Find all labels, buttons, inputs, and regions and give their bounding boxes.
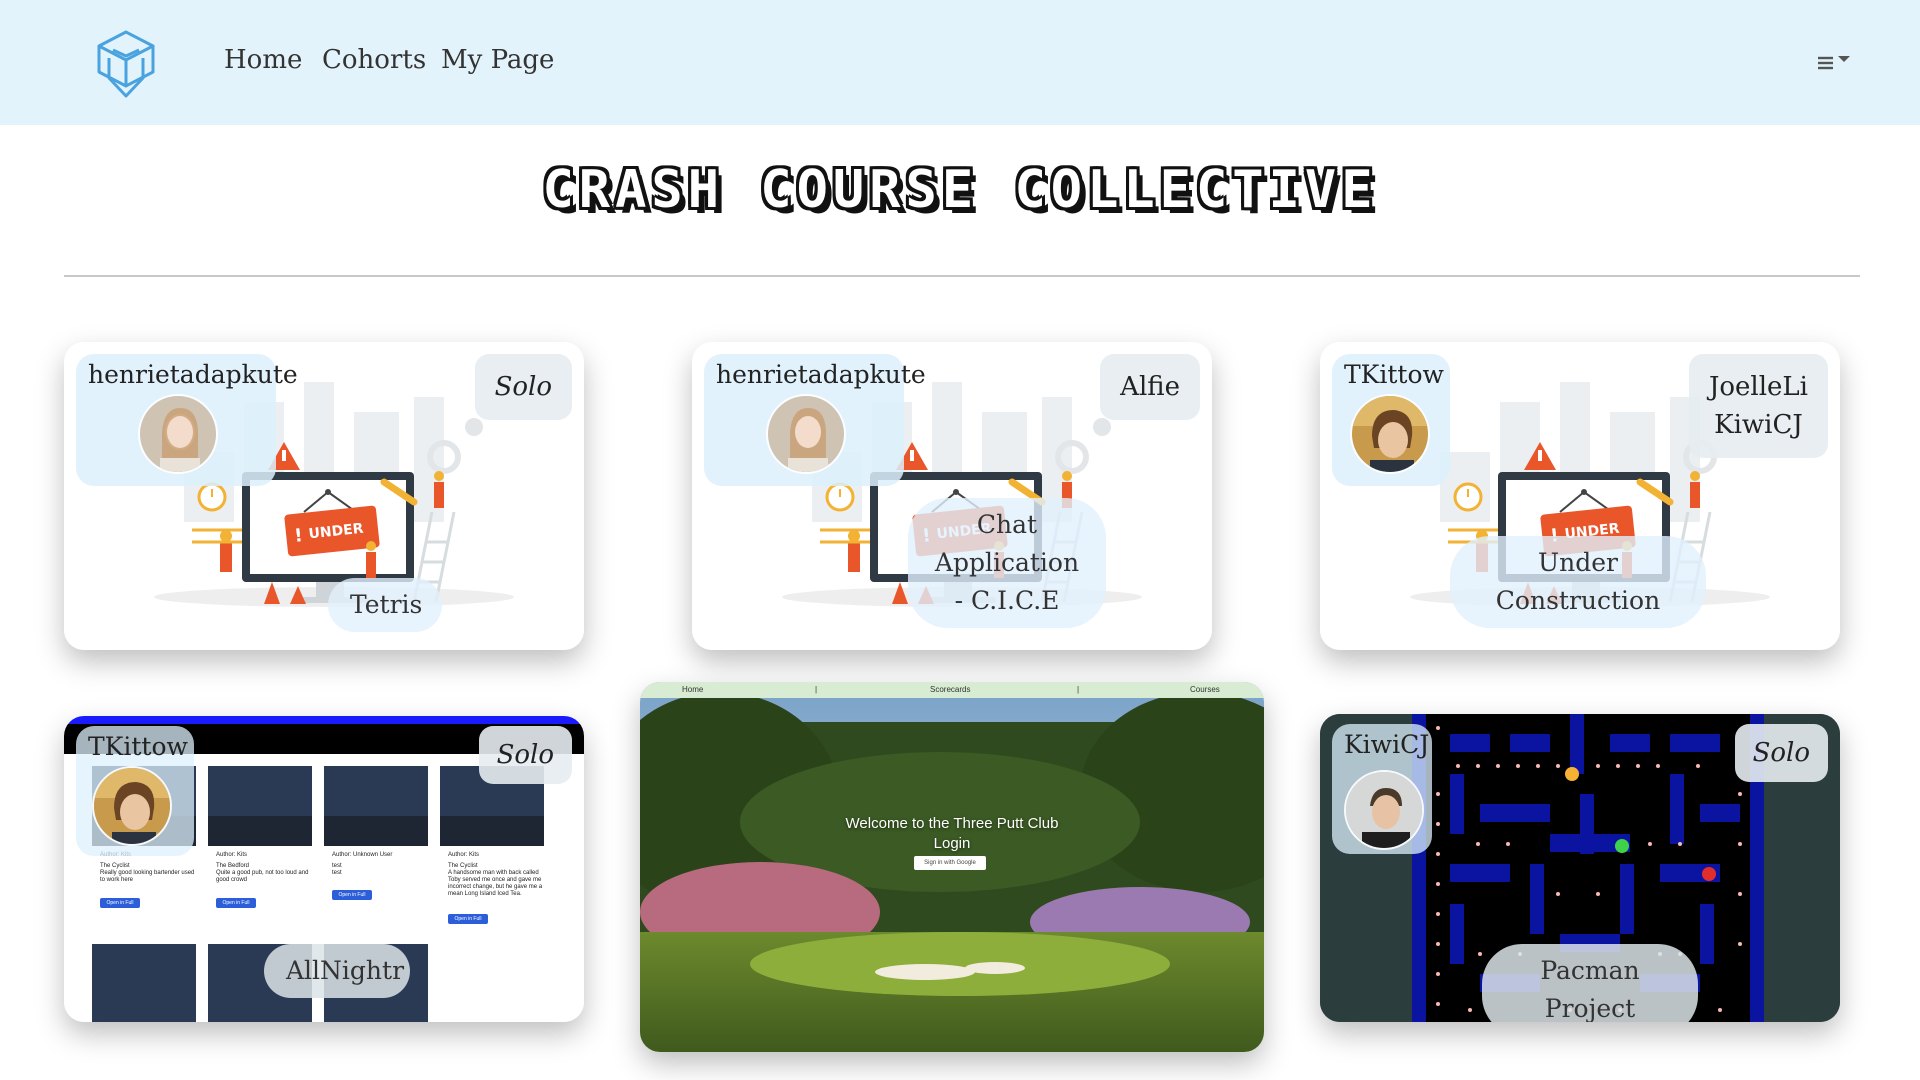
project-name: Under Construction <box>1450 536 1706 628</box>
nav-home-link[interactable]: Home <box>224 45 302 75</box>
project-card-tetris[interactable]: henrietadapkute Solo Tetris <box>64 342 584 650</box>
partner-name: JoelleLi <box>1708 372 1808 402</box>
project-card-chat-application[interactable]: henrietadapkute Alfie Chat Application -… <box>692 342 1212 650</box>
page-title: CRASH COURSE COLLECTIVE <box>542 160 1378 220</box>
navbar: Home Cohorts My Page <box>0 0 1920 125</box>
logo-icon[interactable] <box>93 28 159 100</box>
project-name: Pacman Project <box>1482 944 1698 1022</box>
project-name: Tetris <box>328 578 442 632</box>
avatar <box>1350 394 1430 474</box>
avatar <box>766 394 846 474</box>
nav-cohorts-link[interactable]: Cohorts <box>322 45 426 75</box>
author-name: henrietadapkute <box>716 360 926 389</box>
partner-badge: Solo <box>1734 724 1828 782</box>
project-card-pacman[interactable]: KiwiCJ Solo Pacman Project <box>1320 714 1840 1022</box>
project-name: AllNightr <box>264 944 410 998</box>
author-name: KiwiCJ <box>1344 730 1430 759</box>
project-card-three-putt-club[interactable]: Home | Scorecards | Courses Welcome to t… <box>640 682 1264 1052</box>
partner-badge: Solo <box>474 354 572 420</box>
project-card-allnightr[interactable]: Author: KitsThe CyclistReally good looki… <box>64 716 584 1022</box>
avatar <box>92 766 172 846</box>
partner-badge: Alfie <box>1100 354 1200 420</box>
nav-my-page-link[interactable]: My Page <box>441 45 554 75</box>
project-card-under-construction[interactable]: TKittow JoelleLi KiwiCJ Under Constructi… <box>1320 342 1840 650</box>
partner-name: KiwiCJ <box>1714 410 1803 440</box>
author-name: TKittow <box>88 732 188 761</box>
hamburger-icon[interactable] <box>1816 52 1852 72</box>
avatar <box>1344 770 1424 850</box>
divider <box>64 275 1860 277</box>
author-name: TKittow <box>1344 360 1444 389</box>
author-name: henrietadapkute <box>88 360 298 389</box>
project-name: Chat Application - C.I.C.E <box>908 498 1106 628</box>
partner-badge: JoelleLi KiwiCJ <box>1688 354 1828 458</box>
golf-thumb-nav: Home | Scorecards | Courses <box>640 682 1264 698</box>
google-signin-button: Sign in with Google <box>914 856 986 870</box>
golf-welcome-text: Welcome to the Three Putt Club Login <box>845 815 1059 852</box>
avatar <box>138 394 218 474</box>
partner-badge: Solo <box>478 726 572 784</box>
